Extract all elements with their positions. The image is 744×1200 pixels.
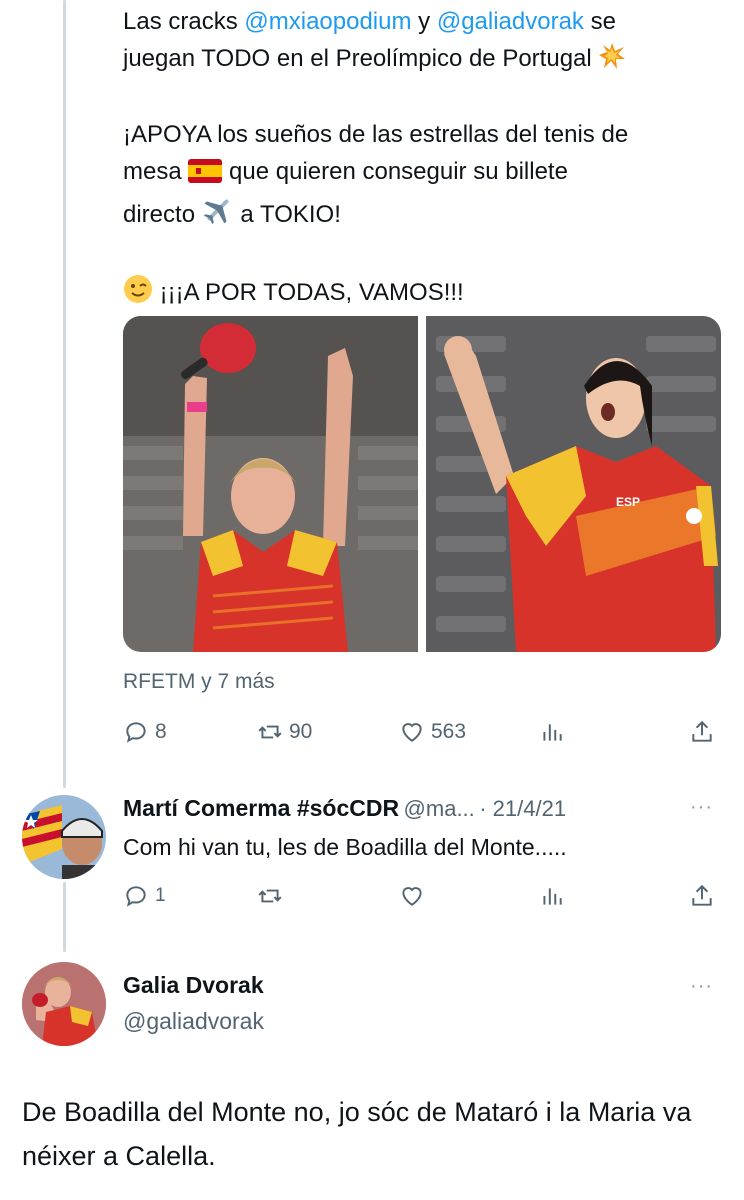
- views-icon: [539, 719, 565, 745]
- more-icon[interactable]: ···: [690, 796, 713, 819]
- views-icon: [539, 883, 565, 909]
- thread-line-reply: [63, 882, 66, 952]
- collision-emoji: [598, 42, 626, 82]
- like-button[interactable]: 563: [399, 719, 466, 745]
- reply-author-name[interactable]: Martí Comerma #sócCDR: [123, 795, 399, 821]
- tweet-actions: 8 90 563: [123, 718, 723, 746]
- spain-flag-emoji: [188, 158, 223, 195]
- views-button[interactable]: [539, 719, 565, 745]
- reply-author-handle[interactable]: @ma...: [404, 796, 475, 821]
- share-icon: [689, 883, 715, 909]
- wink-emoji: [123, 274, 153, 316]
- retweet-icon: [257, 883, 283, 909]
- thread-line-top: [63, 0, 66, 788]
- reply-count: 8: [155, 720, 167, 743]
- reply-button[interactable]: 8: [123, 719, 167, 745]
- tagged-users[interactable]: RFETM y 7 más: [123, 670, 275, 694]
- mention-link[interactable]: @galiadvorak: [437, 8, 584, 35]
- retweet-icon: [257, 719, 283, 745]
- retweet-count: 90: [289, 720, 313, 743]
- views-button[interactable]: [539, 883, 565, 909]
- like-icon: [399, 719, 425, 745]
- retweet-button[interactable]: 90: [257, 719, 312, 745]
- share-button[interactable]: [689, 883, 715, 909]
- photo-galia-dvorak[interactable]: [123, 316, 418, 652]
- main-author-handle[interactable]: @galiadvorak: [123, 1008, 264, 1035]
- main-tweet-text: De Boadilla del Monte no, jo sóc de Mata…: [22, 1097, 692, 1171]
- like-count: 563: [431, 720, 467, 743]
- reply-header: Martí Comerma #sócCDR @ma... · 21/4/21: [123, 795, 723, 825]
- svg-text:ESP: ESP: [616, 495, 640, 509]
- tweet-media[interactable]: ESP: [123, 316, 721, 652]
- share-button[interactable]: [689, 719, 715, 745]
- avatar[interactable]: [22, 962, 106, 1046]
- reply-icon: [123, 719, 149, 745]
- like-icon: [399, 883, 425, 909]
- like-button[interactable]: [399, 883, 425, 909]
- reply-date[interactable]: · 21/4/21: [479, 796, 566, 821]
- avatar[interactable]: [22, 795, 106, 879]
- main-author-name[interactable]: Galia Dvorak: [123, 972, 264, 999]
- reply-icon: [123, 883, 149, 909]
- more-icon[interactable]: ···: [690, 975, 713, 998]
- photo-maria-xiao[interactable]: ESP: [426, 316, 721, 652]
- tweet-text: Las cracks @mxiaopodium y @galiadvorak s…: [123, 4, 723, 315]
- reply-count: 1: [155, 885, 166, 906]
- retweet-button[interactable]: [257, 883, 283, 909]
- reply-button[interactable]: 1: [123, 883, 166, 909]
- reply-actions: 1: [123, 882, 723, 910]
- share-icon: [689, 719, 715, 745]
- reply-text: Com hi van tu, les de Boadilla del Monte…: [123, 834, 567, 860]
- airplane-emoji: [202, 194, 234, 238]
- mention-link[interactable]: @mxiaopodium: [244, 8, 411, 35]
